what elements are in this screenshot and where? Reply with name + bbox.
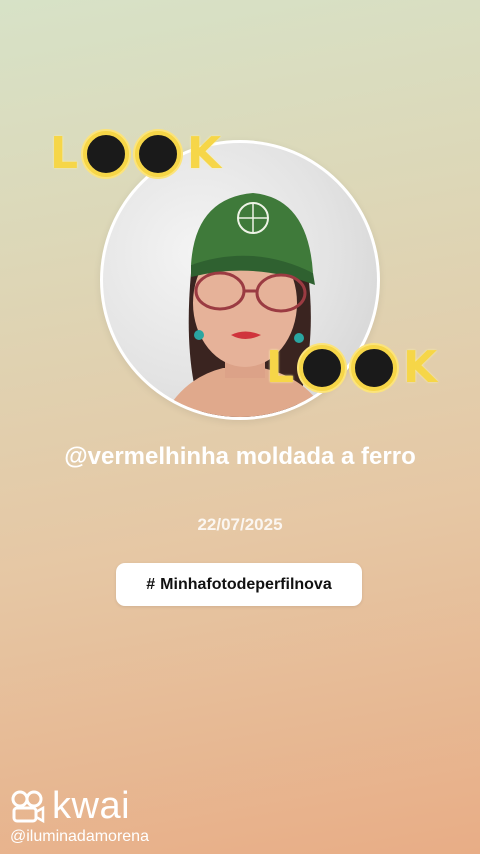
look-letter-k: K: [403, 342, 437, 393]
sunglasses-lens-icon: [83, 130, 130, 177]
hashtag-symbol: #: [146, 575, 156, 593]
kwai-wordmark: kwai: [52, 785, 131, 827]
look-sticker-bottom: L K: [266, 342, 437, 393]
look-letter-k: K: [187, 128, 221, 179]
look-letter-l: L: [50, 128, 78, 179]
hashtag-text: Minhafotodeperfilnova: [160, 575, 332, 593]
sunglasses-lens-icon: [299, 344, 346, 391]
kwai-brand: kwai: [10, 786, 149, 826]
hashtag-chip[interactable]: # Minhafotodeperfilnova: [116, 563, 362, 606]
sunglasses-lens-icon: [351, 344, 398, 391]
creator-handle: @iluminadamorena: [10, 828, 149, 845]
kwai-logo-icon: [11, 790, 45, 824]
sunglasses-lens-icon: [135, 130, 182, 177]
look-sticker-top: L K: [50, 128, 221, 179]
post-date: 22/07/2025: [197, 515, 283, 534]
kwai-watermark: kwai @iluminadamorena: [10, 786, 149, 846]
profile-username: @vermelhinha moldada a ferro: [64, 443, 416, 470]
look-letter-l: L: [266, 342, 294, 393]
